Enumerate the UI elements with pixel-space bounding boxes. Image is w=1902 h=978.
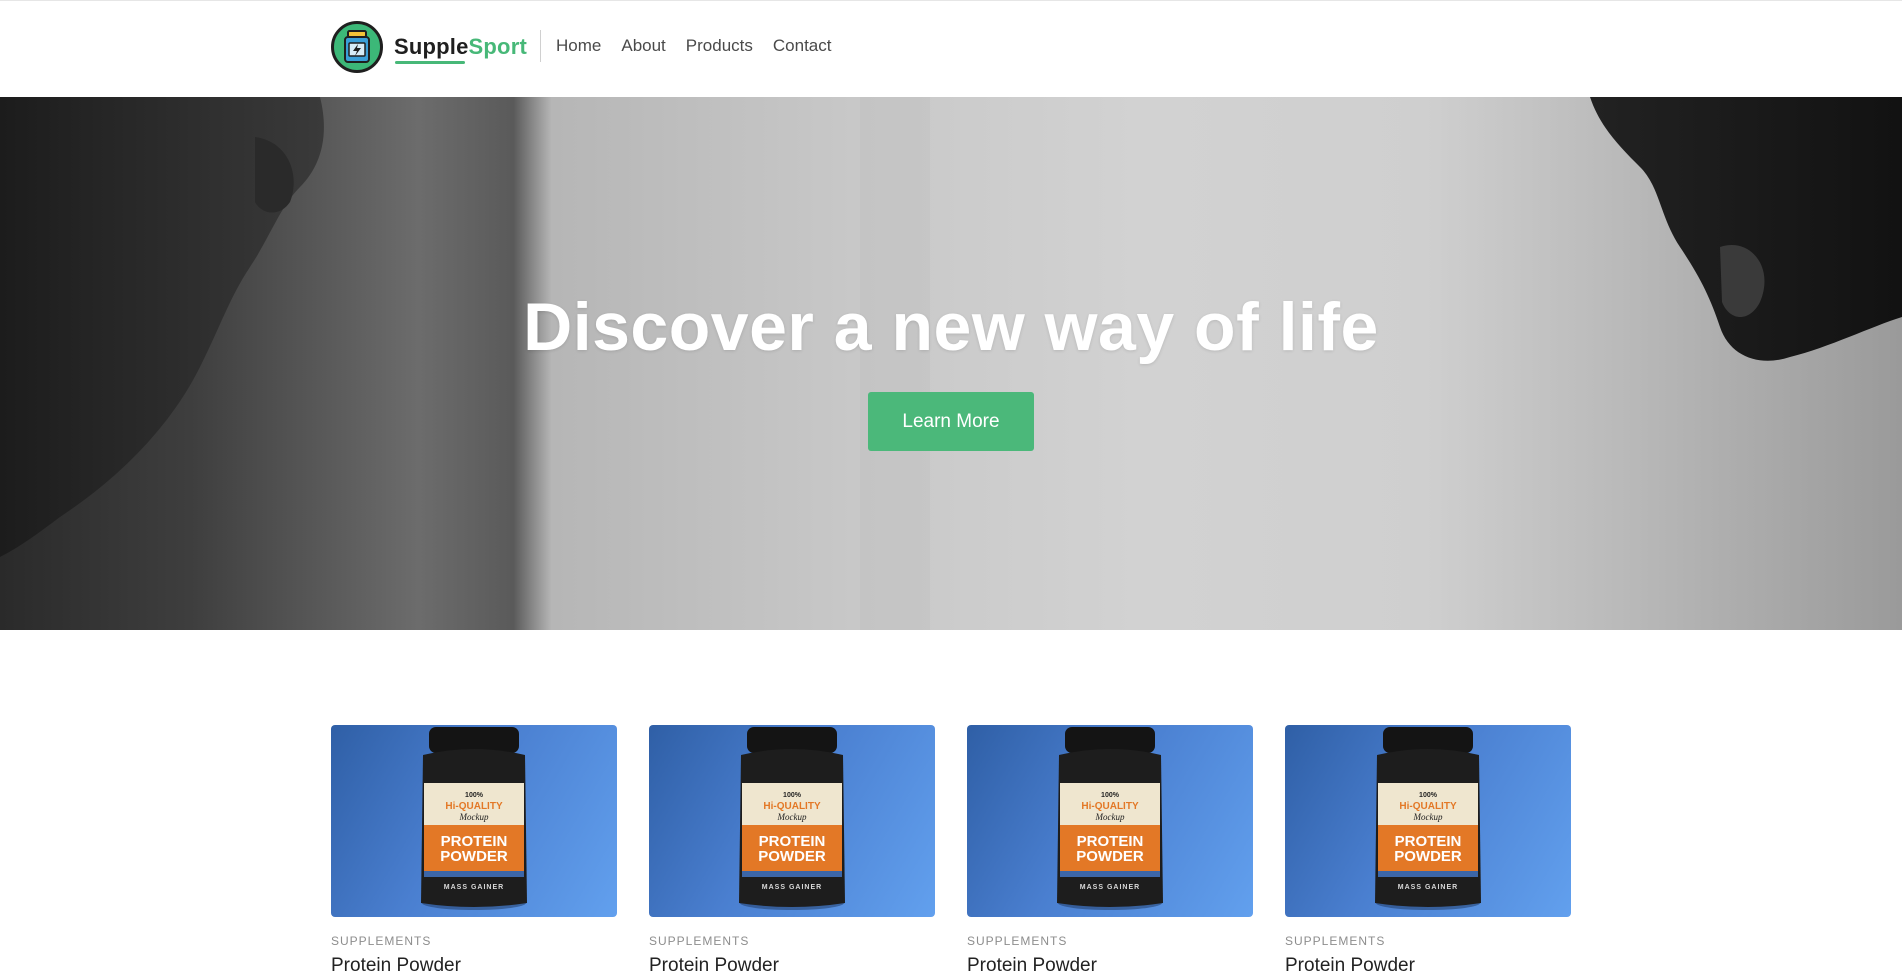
svg-text:Hi-QUALITY: Hi-QUALITY [445,801,503,812]
product-category: SUPPLEMENTS [1285,934,1386,948]
svg-text:100%: 100% [1419,792,1438,799]
product-title[interactable]: Protein Powder [967,954,1253,978]
product-image: 100% Hi-QUALITY Mockup PROTEIN POWDER MA… [649,725,935,917]
brand-name: SuppleSport [394,33,527,64]
svg-text:POWDER: POWDER [758,848,826,865]
svg-text:Mockup: Mockup [1413,812,1443,822]
svg-text:Mockup: Mockup [459,812,489,822]
product-category: SUPPLEMENTS [967,934,1068,948]
product-title[interactable]: Protein Powder [331,954,617,978]
svg-text:Hi-QUALITY: Hi-QUALITY [1399,801,1457,812]
svg-text:Mockup: Mockup [1095,812,1125,822]
product-category: SUPPLEMENTS [331,934,432,948]
product-image: 100% Hi-QUALITY Mockup PROTEIN POWDER MA… [967,725,1253,917]
svg-text:100%: 100% [465,792,484,799]
main-nav: Home About Products Contact [556,35,831,57]
svg-text:Hi-QUALITY: Hi-QUALITY [763,801,821,812]
brand-name-part2: Sport [468,34,527,59]
hero-title: Discover a new way of life [523,289,1379,365]
product-title[interactable]: Protein Powder [1285,954,1571,978]
product-card[interactable]: 100% Hi-QUALITY Mockup PROTEIN POWDER MA… [649,725,935,978]
svg-text:MASS GAINER: MASS GAINER [444,884,504,891]
svg-text:MASS GAINER: MASS GAINER [1080,884,1140,891]
supplement-jar-logo-icon [331,21,383,73]
svg-text:100%: 100% [1101,792,1120,799]
hero-banner: Discover a new way of life Learn More [0,97,1902,630]
svg-text:MASS GAINER: MASS GAINER [762,884,822,891]
product-image: 100% Hi-QUALITY Mockup PROTEIN POWDER MA… [331,725,617,917]
svg-text:Mockup: Mockup [777,812,807,822]
svg-text:POWDER: POWDER [1076,848,1144,865]
product-card[interactable]: 100% Hi-QUALITY Mockup PROTEIN POWDER MA… [1285,725,1571,978]
product-card[interactable]: 100% Hi-QUALITY Mockup PROTEIN POWDER MA… [967,725,1253,978]
brand-logo-link[interactable]: SuppleSport [331,21,527,73]
product-grid: 100% Hi-QUALITY Mockup PROTEIN POWDER MA… [331,725,1571,978]
svg-text:100%: 100% [783,792,802,799]
product-card[interactable]: 100% Hi-QUALITY Mockup PROTEIN POWDER MA… [331,725,617,978]
nav-home-link[interactable]: Home [556,35,601,57]
svg-text:POWDER: POWDER [1394,848,1462,865]
svg-text:MASS GAINER: MASS GAINER [1398,884,1458,891]
nav-products-link[interactable]: Products [686,35,753,57]
product-title[interactable]: Protein Powder [649,954,935,978]
site-header: SuppleSport Home About Products Contact [0,0,1902,97]
product-image: 100% Hi-QUALITY Mockup PROTEIN POWDER MA… [1285,725,1571,917]
header-divider [540,30,541,62]
svg-text:POWDER: POWDER [440,848,508,865]
product-category: SUPPLEMENTS [649,934,750,948]
learn-more-button[interactable]: Learn More [868,392,1034,451]
brand-underline [395,61,465,64]
nav-about-link[interactable]: About [621,35,665,57]
brand-name-part1: Supple [394,34,469,59]
svg-text:Hi-QUALITY: Hi-QUALITY [1081,801,1139,812]
nav-contact-link[interactable]: Contact [773,35,832,57]
